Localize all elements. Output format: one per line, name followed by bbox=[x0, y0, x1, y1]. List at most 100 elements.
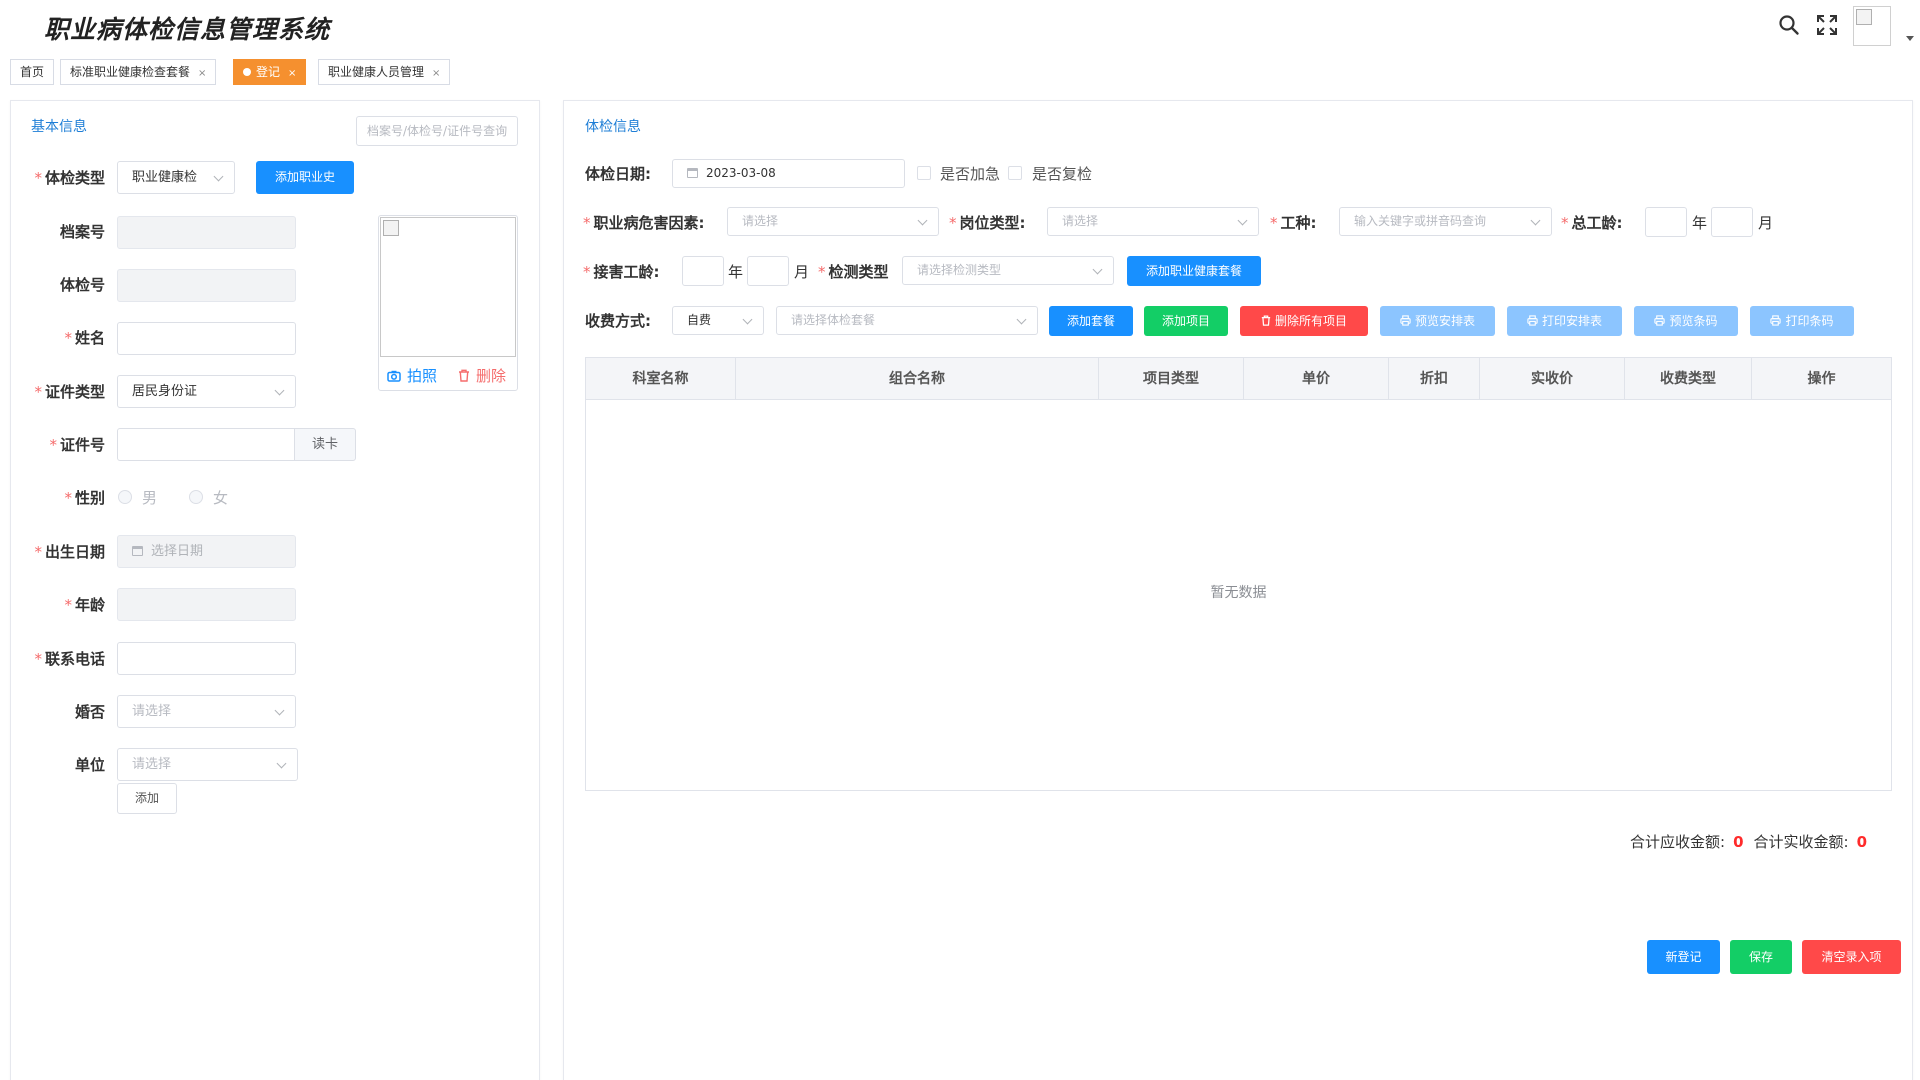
printer-icon bbox=[1654, 315, 1666, 326]
tab-standard-package[interactable]: 标准职业健康检查套餐 × bbox=[60, 59, 217, 85]
col-item-type: 项目类型 bbox=[1099, 358, 1244, 400]
search-input[interactable]: 档案号/体检号/证件号查询 bbox=[356, 116, 518, 146]
search-icon[interactable] bbox=[1778, 14, 1800, 36]
empty-state-text: 暂无数据 bbox=[1210, 585, 1267, 601]
chevron-down-icon bbox=[213, 171, 224, 182]
chevron-down-icon bbox=[276, 758, 287, 769]
unit-select[interactable]: 请选择 bbox=[117, 748, 298, 781]
tab-label: 首页 bbox=[20, 65, 45, 79]
detect-type-select[interactable]: 请选择检测类型 bbox=[902, 256, 1114, 285]
tab-personnel-management[interactable]: 职业健康人员管理 × bbox=[318, 59, 451, 85]
col-unit-price: 单价 bbox=[1244, 358, 1389, 400]
print-schedule-button[interactable]: 打印安排表 bbox=[1507, 306, 1622, 336]
trash-icon bbox=[1261, 315, 1271, 326]
hazard-label: * 职业病危害因素: bbox=[583, 214, 705, 232]
tab-home[interactable]: 首页 bbox=[10, 59, 55, 85]
preview-schedule-button[interactable]: 预览安排表 bbox=[1380, 306, 1495, 336]
total-due-value: 0 bbox=[1733, 833, 1744, 851]
urgent-checkbox[interactable] bbox=[917, 166, 931, 180]
pay-label: 收费方式: bbox=[585, 312, 651, 330]
exposure-years-month-input[interactable] bbox=[747, 256, 789, 286]
total-years-year-input[interactable] bbox=[1645, 207, 1687, 237]
read-card-button[interactable]: 读卡 bbox=[294, 428, 356, 461]
close-icon[interactable]: × bbox=[432, 68, 440, 79]
name-label: * 姓名 bbox=[64, 329, 105, 347]
year-unit: 年 bbox=[1692, 214, 1708, 232]
birth-date-picker: 选择日期 bbox=[117, 535, 296, 568]
recheck-checkbox[interactable] bbox=[1008, 166, 1022, 180]
detect-type-label: * 检测类型 bbox=[818, 263, 889, 281]
total-years-label: * 总工龄: bbox=[1561, 214, 1623, 232]
age-label: * 年龄 bbox=[64, 596, 105, 614]
add-package-button[interactable]: 添加职业健康套餐 bbox=[1127, 256, 1261, 286]
urgent-label: 是否加急 bbox=[940, 165, 1001, 183]
year-unit: 年 bbox=[728, 263, 744, 281]
total-years-month-input[interactable] bbox=[1711, 207, 1753, 237]
married-select[interactable]: 请选择 bbox=[117, 695, 296, 728]
unit-label: 单位 bbox=[74, 756, 105, 774]
id-type-select[interactable]: 居民身份证 bbox=[117, 375, 296, 408]
exam-no-label: 体检号 bbox=[59, 276, 105, 294]
exam-type-label: * 体检类型 bbox=[34, 169, 105, 187]
app-title: 职业病体检信息管理系统 bbox=[44, 15, 331, 44]
add-item-button[interactable]: 添加项目 bbox=[1144, 306, 1228, 336]
delete-all-items-button[interactable]: 删除所有项目 bbox=[1240, 306, 1368, 336]
items-table: 科室名称 组合名称 项目类型 单价 折扣 实收价 收费类型 操作 暂无数据 bbox=[585, 357, 1892, 791]
close-icon[interactable]: × bbox=[288, 68, 296, 79]
clear-inputs-button[interactable]: 清空录入项 bbox=[1802, 940, 1901, 974]
pay-select[interactable]: 自费 bbox=[672, 306, 764, 335]
work-kind-select[interactable]: 输入关键字或拼音码查询 bbox=[1339, 207, 1552, 236]
post-type-label: * 岗位类型: bbox=[949, 214, 1026, 232]
exam-type-select[interactable]: 职业健康检 bbox=[117, 161, 235, 194]
add-set-button[interactable]: 添加套餐 bbox=[1049, 306, 1133, 336]
id-no-field[interactable] bbox=[117, 428, 295, 461]
totals-summary: 合计应收金额: 0 合计实收金额: 0 bbox=[1630, 831, 1867, 852]
chevron-down-icon bbox=[274, 385, 285, 396]
new-register-button[interactable]: 新登记 bbox=[1647, 940, 1720, 974]
preview-barcode-button[interactable]: 预览条码 bbox=[1634, 306, 1738, 336]
col-dept-name: 科室名称 bbox=[586, 358, 736, 400]
take-photo-button[interactable]: 拍照 bbox=[387, 365, 437, 386]
add-history-button[interactable]: 添加职业史 bbox=[256, 161, 354, 194]
phone-label: * 联系电话 bbox=[34, 650, 105, 668]
post-type-select[interactable]: 请选择 bbox=[1047, 207, 1259, 236]
name-field[interactable] bbox=[117, 322, 296, 355]
photo-image bbox=[380, 217, 516, 357]
birth-date-label: * 出生日期 bbox=[34, 543, 105, 561]
save-button[interactable]: 保存 bbox=[1730, 940, 1792, 974]
active-dot-icon bbox=[243, 68, 251, 76]
phone-field[interactable] bbox=[117, 642, 296, 675]
file-no-field bbox=[117, 216, 296, 249]
gender-male-radio[interactable] bbox=[118, 490, 132, 504]
exam-no-field bbox=[117, 269, 296, 302]
close-icon[interactable]: × bbox=[198, 68, 206, 79]
col-operation: 操作 bbox=[1807, 371, 1836, 387]
calendar-icon bbox=[687, 168, 698, 178]
gender-female-radio[interactable] bbox=[189, 490, 203, 504]
hazard-select[interactable]: 请选择 bbox=[727, 207, 939, 236]
exposure-years-label: * 接害工龄: bbox=[583, 263, 660, 281]
exposure-years-year-input[interactable] bbox=[682, 256, 724, 286]
table-header: 科室名称 组合名称 项目类型 单价 折扣 实收价 收费类型 操作 bbox=[586, 358, 1891, 400]
fullscreen-icon[interactable] bbox=[1816, 14, 1838, 36]
print-barcode-button[interactable]: 打印条码 bbox=[1750, 306, 1854, 336]
delete-photo-button[interactable]: 删除 bbox=[458, 365, 506, 386]
exam-date-picker[interactable]: 2023-03-08 bbox=[672, 159, 905, 188]
basic-info-title: 基本信息 bbox=[31, 119, 87, 135]
add-unit-button[interactable]: 添加 bbox=[117, 783, 177, 814]
chevron-down-icon bbox=[1530, 215, 1541, 226]
tab-register[interactable]: 登记 × bbox=[233, 59, 307, 85]
id-no-label: * 证件号 bbox=[49, 436, 105, 454]
package-select[interactable]: 请选择体检套餐 bbox=[776, 306, 1038, 335]
recheck-label: 是否复检 bbox=[1032, 165, 1093, 183]
tab-label: 职业健康人员管理 bbox=[328, 65, 425, 79]
chevron-down-icon[interactable] bbox=[1906, 36, 1914, 41]
photo-card: 拍照 删除 bbox=[378, 215, 518, 391]
camera-icon bbox=[387, 370, 401, 382]
chevron-down-icon bbox=[1237, 215, 1248, 226]
chevron-down-icon bbox=[917, 215, 928, 226]
month-unit: 月 bbox=[794, 263, 810, 281]
avatar[interactable] bbox=[1853, 6, 1891, 46]
chevron-down-icon bbox=[742, 314, 753, 325]
col-charge-type: 收费类型 bbox=[1625, 358, 1752, 400]
